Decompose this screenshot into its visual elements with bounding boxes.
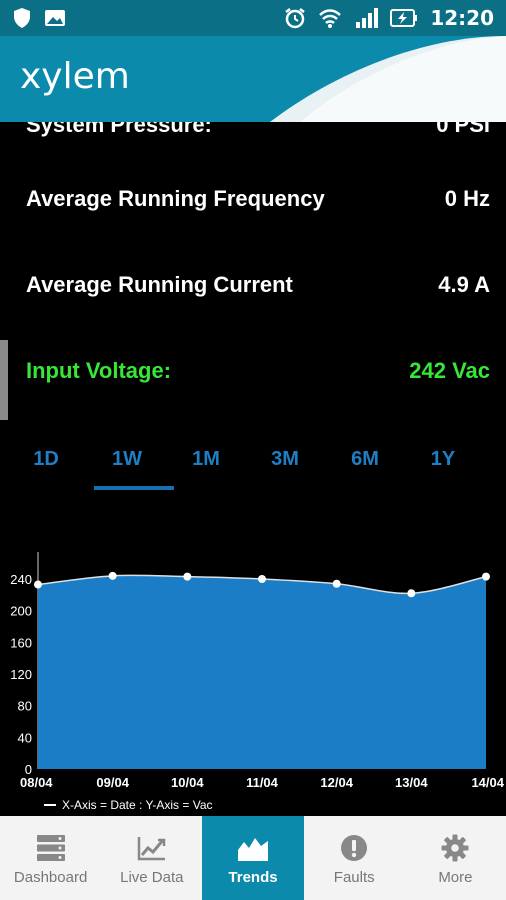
status-bar: 12:20	[0, 0, 506, 36]
nav-label: Trends	[228, 868, 278, 886]
tab-3m[interactable]: 3M	[245, 444, 325, 494]
range-tabs: 1D 1W 1M 3M 6M 1Y	[0, 444, 506, 494]
nav-label: Live Data	[120, 868, 184, 886]
metric-value: 0 Hz	[444, 186, 490, 211]
x-tick-label: 14/04	[471, 775, 504, 790]
metric-label: Input Voltage:	[26, 358, 172, 383]
series-area	[38, 575, 486, 769]
metric-value: 4.9 A	[438, 272, 490, 297]
metric-row-frequency: Average Running Frequency 0 Hz	[26, 186, 490, 212]
y-tick-label: 200	[10, 604, 32, 619]
battery-charging-icon	[390, 8, 418, 28]
data-point-11/04	[258, 575, 266, 583]
x-tick-label: 09/04	[96, 775, 129, 790]
alarm-icon	[284, 7, 306, 29]
metric-row-current: Average Running Current 4.9 A	[26, 272, 490, 298]
dashboard-icon	[36, 831, 66, 865]
metric-row-system-pressure: System Pressure: 0 PSI	[26, 122, 490, 138]
tab-1m[interactable]: 1M	[166, 444, 246, 494]
signal-icon	[354, 8, 379, 28]
chart-line-icon	[137, 831, 167, 865]
tab-1y[interactable]: 1Y	[403, 444, 483, 494]
legend-label: X-Axis = Date : Y-Axis = Vac	[62, 798, 213, 812]
data-point-14/04	[482, 572, 490, 581]
gear-icon	[441, 831, 469, 865]
wifi-icon	[318, 8, 342, 28]
x-tick-label: 13/04	[395, 775, 428, 790]
tab-1d[interactable]: 1D	[6, 444, 86, 494]
nav-live-data[interactable]: Live Data	[101, 816, 202, 900]
data-point-09/04	[108, 571, 117, 580]
brand-logo: xylem	[20, 56, 130, 97]
voltage-trend-chart: 0408012016020024008/04 09/04 10/04 11/04 12/…	[10, 552, 505, 812]
x-tick-label: 11/04	[246, 775, 279, 790]
y-tick-label: 80	[18, 699, 32, 714]
x-tick-label: 12/04	[320, 775, 353, 790]
active-tab-indicator	[94, 486, 174, 490]
x-tick-label: 10/04	[171, 775, 204, 790]
scrollbar[interactable]	[0, 340, 8, 420]
data-point-08/04	[34, 580, 42, 589]
clock: 12:20	[430, 6, 494, 30]
data-point-10/04	[183, 572, 192, 581]
metric-value: 242 Vac	[409, 358, 490, 383]
nav-trends[interactable]: Trends	[202, 816, 304, 900]
x-tick-label: 08/04	[20, 775, 53, 790]
image-icon	[44, 8, 66, 28]
metric-row-input-voltage: Input Voltage: 242 Vac	[26, 358, 490, 384]
nav-label: Dashboard	[13, 868, 88, 886]
app-header: xylem	[0, 36, 506, 122]
data-point-13/04	[407, 589, 416, 598]
y-tick-label: 160	[10, 635, 32, 650]
y-tick-label: 40	[18, 730, 32, 745]
nav-dashboard[interactable]: Dashboard	[0, 816, 101, 900]
nav-label: More	[438, 868, 473, 886]
nav-more[interactable]: More	[405, 816, 506, 900]
y-tick-label: 120	[10, 667, 32, 682]
shield-icon	[12, 7, 32, 29]
metric-label: System Pressure:	[26, 122, 212, 137]
alert-icon	[340, 831, 368, 865]
nav-faults[interactable]: Faults	[304, 816, 405, 900]
bottom-navigation: Dashboard Live Data Trends Faults More	[0, 816, 506, 900]
trends-icon	[237, 831, 269, 865]
nav-label: Faults	[333, 868, 375, 886]
data-point-12/04	[332, 579, 341, 588]
metric-label: Average Running Current	[26, 272, 293, 297]
tab-6m[interactable]: 6M	[325, 444, 405, 494]
metric-value: 0 PSI	[436, 122, 490, 137]
main-content: System Pressure: 0 PSI Average Running F…	[0, 122, 506, 816]
metric-label: Average Running Frequency	[26, 186, 325, 211]
y-tick-label: 240	[10, 572, 32, 587]
